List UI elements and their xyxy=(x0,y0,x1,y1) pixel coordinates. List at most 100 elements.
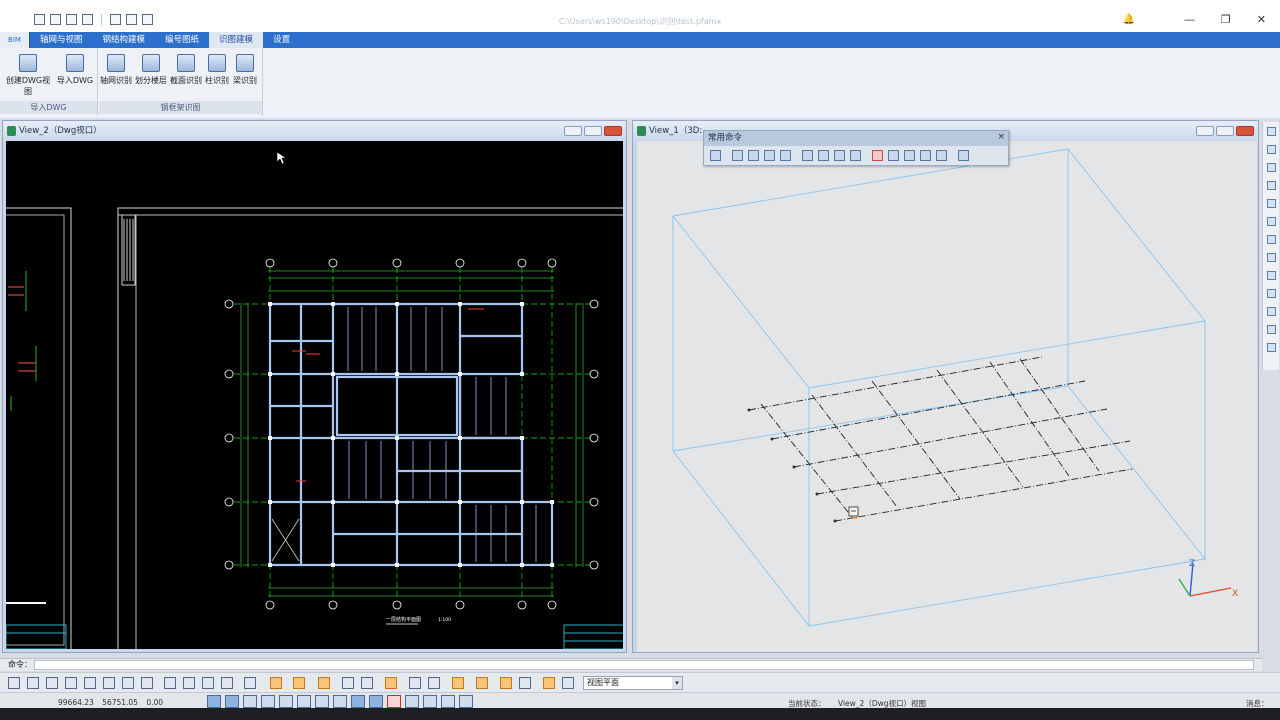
pencil-icon[interactable] xyxy=(1266,145,1276,154)
snap-nearest-icon[interactable] xyxy=(333,695,347,708)
snap-settings-icon[interactable] xyxy=(459,695,473,708)
view-left-icon[interactable] xyxy=(764,150,775,161)
layers-icon[interactable] xyxy=(1266,163,1276,172)
grid-recognize-button[interactable]: 轴网识别 xyxy=(99,54,133,86)
divide-floors-button[interactable]: 划分楼层 xyxy=(134,54,168,86)
view-cube-bottom-icon[interactable] xyxy=(103,677,115,689)
snap-ortho-icon[interactable] xyxy=(351,695,365,708)
stack-icon[interactable] xyxy=(1266,289,1276,298)
snap-disable-icon[interactable] xyxy=(387,695,401,708)
zoom-extent-icon[interactable] xyxy=(221,677,233,689)
view-back-icon[interactable] xyxy=(748,150,759,161)
brace-display-icon[interactable] xyxy=(385,677,397,689)
close-icon[interactable]: × xyxy=(997,132,1005,142)
section-recognize-button[interactable]: 截面识别 xyxy=(169,54,203,86)
highlight-icon[interactable] xyxy=(452,677,464,689)
grid-snap-icon[interactable] xyxy=(1266,217,1276,226)
parts-icon[interactable] xyxy=(500,677,512,689)
view-cube-front-icon[interactable] xyxy=(8,677,20,689)
column-tool-icon[interactable] xyxy=(1266,307,1276,316)
tab-recognition[interactable]: 识图建模 xyxy=(209,32,264,48)
tab-steel-modeling[interactable]: 钢结构建模 xyxy=(93,32,156,48)
table-icon[interactable] xyxy=(818,150,829,161)
line-icon[interactable] xyxy=(1266,181,1276,190)
plate-display-icon[interactable] xyxy=(318,677,330,689)
align-top-icon[interactable] xyxy=(920,150,931,161)
snap-polar-icon[interactable] xyxy=(369,695,383,708)
panel-minimize-button[interactable] xyxy=(1196,126,1214,136)
sphere-icon[interactable] xyxy=(1266,253,1276,262)
chevron-down-icon[interactable]: ▾ xyxy=(672,677,682,689)
bolt-icon[interactable] xyxy=(562,677,574,689)
create-dwg-view-button[interactable]: 创建DWG视图 xyxy=(2,54,54,97)
view-cube-right-icon[interactable] xyxy=(65,677,77,689)
align-bottom-icon[interactable] xyxy=(936,150,947,161)
view-right-icon[interactable] xyxy=(780,150,791,161)
snap-endpoint-icon[interactable] xyxy=(225,695,239,708)
snap-grid2-icon[interactable] xyxy=(405,695,419,708)
rectangle-icon[interactable] xyxy=(1266,199,1276,208)
tab-grid-view[interactable]: 轴网与视图 xyxy=(30,32,93,48)
snap-3d-icon[interactable] xyxy=(441,695,455,708)
view-plan-icon[interactable] xyxy=(710,150,721,161)
delete-icon[interactable] xyxy=(872,150,883,161)
pointer-icon[interactable] xyxy=(1266,127,1276,136)
snap-grid-icon[interactable] xyxy=(207,695,221,708)
panel-close-button[interactable] xyxy=(604,126,622,136)
column-display-icon[interactable] xyxy=(293,677,305,689)
assembly-icon[interactable] xyxy=(519,677,531,689)
filter-icon[interactable] xyxy=(476,677,488,689)
beam-recognize-button[interactable]: 梁识别 xyxy=(231,54,259,86)
properties-icon[interactable] xyxy=(958,150,969,161)
dwg-canvas[interactable]: 一层结构平面图 1:100 xyxy=(6,141,623,649)
hand-icon[interactable] xyxy=(183,677,195,689)
rotate-icon[interactable] xyxy=(244,677,256,689)
minimize-button[interactable]: — xyxy=(1184,13,1195,26)
align-left-icon[interactable] xyxy=(888,150,899,161)
panel-close-button[interactable] xyxy=(1236,126,1254,136)
snap-center-icon[interactable] xyxy=(243,695,257,708)
panel-maximize-button[interactable] xyxy=(1216,126,1234,136)
tab-numbering[interactable]: 编号图纸 xyxy=(155,32,209,48)
common-commands-title[interactable]: 常用命令 xyxy=(704,131,1008,146)
3d-canvas[interactable]: X Z xyxy=(637,141,1257,652)
brush-icon[interactable] xyxy=(1266,325,1276,334)
snap-midpoint-icon[interactable] xyxy=(261,695,275,708)
tab-settings[interactable]: 设置 xyxy=(263,32,300,48)
command-input[interactable] xyxy=(34,660,1254,670)
measure-icon[interactable] xyxy=(1266,235,1276,244)
copy-icon[interactable] xyxy=(834,150,845,161)
grid-display-icon[interactable] xyxy=(342,677,354,689)
zoom-window-icon[interactable] xyxy=(202,677,214,689)
close-button[interactable]: ✕ xyxy=(1257,13,1266,26)
beam-display-icon[interactable] xyxy=(270,677,282,689)
bell-icon[interactable]: 🔔 xyxy=(1123,14,1135,25)
view-plane-select[interactable]: 视图平面 ▾ xyxy=(583,676,683,690)
restore-button[interactable]: ❐ xyxy=(1221,13,1231,26)
view-iso-icon[interactable] xyxy=(122,677,134,689)
panel-minimize-button[interactable] xyxy=(564,126,582,136)
snap-tangent-icon[interactable] xyxy=(315,695,329,708)
snap-intersection-icon[interactable] xyxy=(297,695,311,708)
list-icon[interactable] xyxy=(802,150,813,161)
axis-display-icon[interactable] xyxy=(409,677,421,689)
view-cube-left-icon[interactable] xyxy=(46,677,58,689)
align-right-icon[interactable] xyxy=(904,150,915,161)
more-icon[interactable] xyxy=(1266,343,1276,352)
section-display-icon[interactable] xyxy=(361,677,373,689)
weld-icon[interactable] xyxy=(543,677,555,689)
view-front-icon[interactable] xyxy=(732,150,743,161)
dim-display-icon[interactable] xyxy=(428,677,440,689)
import-dwg-button[interactable]: 导入DWG xyxy=(55,54,95,86)
view-cube-back-icon[interactable] xyxy=(27,677,39,689)
pan-icon[interactable] xyxy=(164,677,176,689)
snap-track-icon[interactable] xyxy=(423,695,437,708)
panel-maximize-button[interactable] xyxy=(584,126,602,136)
view-cube-top-icon[interactable] xyxy=(84,677,96,689)
app-logo[interactable]: BIM xyxy=(0,32,30,48)
snap-perpendicular-icon[interactable] xyxy=(279,695,293,708)
column-recognize-button[interactable]: 柱识别 xyxy=(203,54,231,86)
view-iso2-icon[interactable] xyxy=(141,677,153,689)
move-icon[interactable] xyxy=(850,150,861,161)
box-icon[interactable] xyxy=(1266,271,1276,280)
